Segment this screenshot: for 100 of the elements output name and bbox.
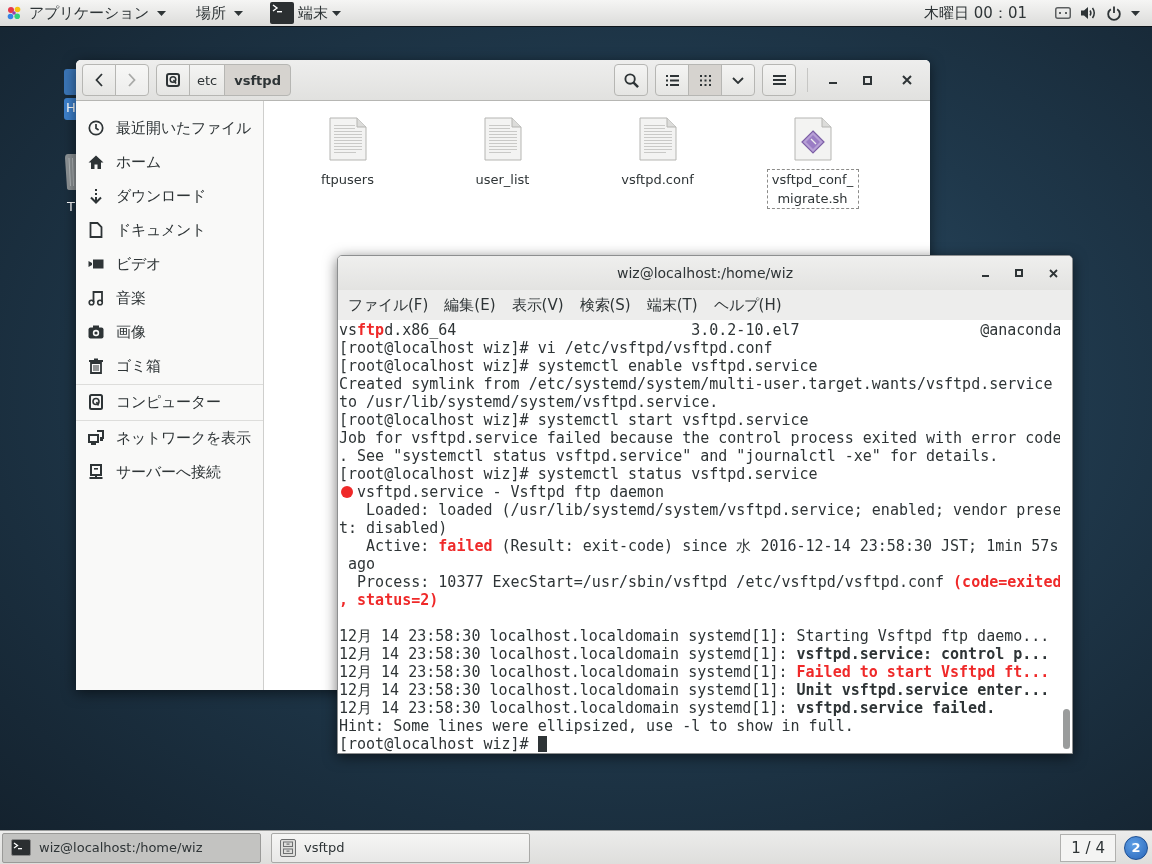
sidebar-item[interactable]: ドキュメント: [76, 213, 263, 247]
trash-icon: [88, 358, 104, 374]
menu-item[interactable]: 表示(V): [503, 290, 572, 320]
chevron-right-icon: [128, 73, 136, 87]
terminal-line: [root@localhost wiz]# vi /etc/vsftpd/vsftpd.conf: [339, 339, 773, 357]
terminal-line: . See "systemctl status vsftpd.service" and "journalctl -xe" for details.: [339, 447, 999, 465]
sidebar-item[interactable]: ビデオ: [76, 247, 263, 281]
maximize-icon: [1015, 269, 1023, 277]
terminal-line: [root@localhost wiz]#: [339, 735, 530, 753]
sidebar-item[interactable]: 最近開いたファイル: [76, 111, 263, 145]
terminal-line: Created symlink from /etc/systemd/system/multi-user.target.wants/vsftpd.service: [339, 375, 1053, 393]
terminal-line: , status=2): [339, 591, 439, 609]
terminal-icon: [270, 2, 294, 24]
caret-icon: [1131, 10, 1140, 16]
menu-item[interactable]: 端末(T): [638, 290, 706, 320]
terminal-line: 12月 14 23:58:30 localhost.localdomain systemd[1]: vsftpd.service: control p...: [339, 645, 1050, 663]
grid-view-button[interactable]: [688, 64, 722, 96]
clock[interactable]: 木曜日 00：01: [924, 3, 1027, 23]
menu-item[interactable]: 編集(E): [436, 290, 504, 320]
search-icon: [623, 72, 639, 88]
file-name[interactable]: user_list: [472, 169, 533, 190]
script-file-icon[interactable]: [793, 117, 832, 161]
minimize-icon: [981, 275, 989, 277]
terminal-line: vsftpd.service - Vsftpd ftp daemon: [357, 483, 665, 501]
status-dot-icon: [341, 486, 353, 498]
terminal-line: Hint: Some lines were ellipsized, use -l to show in full.: [339, 717, 854, 735]
taskbar-button[interactable]: wiz@localhost:/home/wiz: [2, 832, 261, 863]
text-cursor-icon: [537, 736, 547, 752]
caret-icon: [234, 10, 243, 16]
file-name[interactable]: ftpusers: [318, 169, 377, 190]
sidebar-item[interactable]: サーバーへ接続: [76, 455, 263, 489]
maximize-icon: [862, 75, 872, 85]
music-notes-icon: [88, 290, 104, 306]
terminal-line: Active: failed (Result: exit-code) since 水 2016-12-14 23:58:30 JST; 1min 57s: [365, 537, 1059, 555]
download-icon: [88, 188, 104, 204]
sidebar-item[interactable]: ネットワークを表示: [76, 421, 263, 455]
path-button[interactable]: [156, 64, 190, 96]
terminal-line: to /usr/lib/systemd/system/vsftpd.service.: [339, 393, 719, 411]
app-menu[interactable]: 端末: [266, 0, 350, 26]
path-button[interactable]: vsftpd: [224, 64, 291, 96]
view-options-button[interactable]: [721, 64, 755, 96]
window-title: wiz@localhost:/home/wiz: [616, 265, 794, 281]
terminal-icon: [11, 839, 31, 856]
terminal-line: Job for vsftpd.service failed because the control process exited with error code: [339, 429, 1060, 447]
applications-menu[interactable]: アプリケーション: [0, 0, 175, 26]
terminal-line: vsftpd.x86_64 3.0.2-10.el7 @anaconda: [339, 321, 1060, 339]
menu-item[interactable]: 検索(S): [571, 290, 639, 320]
drive-icon: [166, 73, 180, 87]
menu-icon: [772, 75, 786, 85]
camera-icon: [88, 324, 104, 340]
sidebar-item[interactable]: ゴミ箱: [76, 349, 263, 383]
file-cabinet-icon: [280, 838, 296, 857]
terminal-line: 12月 14 23:58:30 localhost.localdomain systemd[1]: vsftpd.service failed.: [339, 699, 996, 717]
menu-item[interactable]: ヘルプ(H): [705, 290, 790, 320]
terminal-line: [root@localhost wiz]# systemctl start vsftpd.service: [339, 411, 809, 429]
volume-icon: [1081, 6, 1097, 20]
places-menu[interactable]: 場所: [187, 0, 252, 26]
back-button[interactable]: [82, 64, 116, 96]
icon-label[interactable]: H: [64, 98, 76, 120]
sidebar-item[interactable]: ホーム: [76, 145, 263, 179]
terminal-line: 12月 14 23:58:30 localhost.localdomain systemd[1]: Starting Vsftpd ftp daemo...: [339, 627, 1050, 645]
sidebar-item[interactable]: ダウンロード: [76, 179, 263, 213]
dots-cluster-icon: [7, 6, 21, 20]
close-icon: [902, 75, 912, 85]
taskbar-button[interactable]: vsftpd: [271, 832, 530, 863]
close-icon: [1048, 268, 1058, 278]
network-icon: [1055, 7, 1071, 19]
clock-icon: [88, 120, 104, 136]
search-button[interactable]: [614, 64, 648, 96]
minimize-icon: [829, 82, 837, 84]
file-name[interactable]: vsftpd_conf_migrate.sh: [766, 169, 859, 209]
drive-icon: [88, 394, 104, 410]
icon-label[interactable]: T: [67, 197, 75, 217]
menu-button[interactable]: [762, 64, 796, 96]
file-name[interactable]: vsftpd.conf: [618, 169, 697, 190]
caret-down-icon: [732, 76, 744, 84]
terminal-line: Process: 10377 ExecStart=/usr/sbin/vsftpd /etc/vsftpd/vsftpd.conf (code=exited: [356, 573, 1060, 591]
network-icon: [88, 430, 104, 446]
grid-icon: [699, 74, 711, 86]
sidebar-item[interactable]: コンピューター: [76, 385, 263, 419]
workspace-indicator[interactable]: 1 / 4: [1060, 833, 1116, 862]
chevron-left-icon: [95, 73, 103, 87]
terminal-line: ago: [347, 555, 376, 573]
scrollbar-thumb[interactable]: [1062, 709, 1070, 749]
terminal-line: 12月 14 23:58:30 localhost.localdomain systemd[1]: Unit vsftpd.service enter...: [339, 681, 1050, 699]
terminal-line: [root@localhost wiz]# systemctl status vsftpd.service: [339, 465, 818, 483]
path-button[interactable]: etc: [189, 64, 226, 96]
list-icon: [665, 74, 679, 86]
caret-icon: [332, 10, 341, 16]
terminal-line: Loaded: loaded (/usr/lib/systemd/system/vsftpd.service; enabled; vendor prese: [365, 501, 1060, 519]
server-icon: [88, 464, 104, 480]
terminal-line: 12月 14 23:58:30 localhost.localdomain systemd[1]: Failed to start Vsftpd ft...: [339, 663, 1050, 681]
sidebar-item[interactable]: 音楽: [76, 281, 263, 315]
power-icon: [1107, 5, 1121, 21]
menu-item[interactable]: ファイル(F): [340, 290, 437, 320]
caret-icon: [157, 10, 166, 16]
home-icon: [88, 154, 104, 170]
list-view-button[interactable]: [655, 64, 689, 96]
sidebar-item[interactable]: 画像: [76, 315, 263, 349]
terminal-line: t: disabled): [339, 519, 448, 537]
